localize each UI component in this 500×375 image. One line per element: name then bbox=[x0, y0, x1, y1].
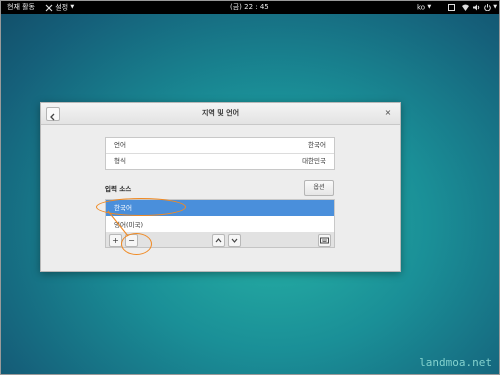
annotation-arrow bbox=[107, 210, 129, 237]
watermark: landmoa.net bbox=[419, 356, 492, 369]
